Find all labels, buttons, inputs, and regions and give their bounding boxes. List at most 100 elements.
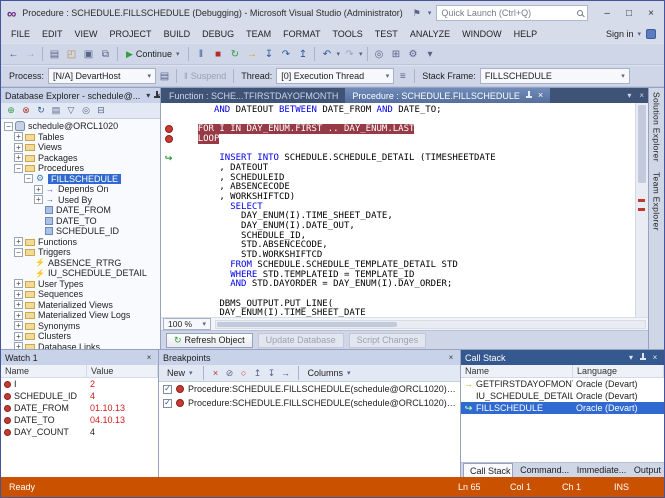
- breakpoint-checkbox[interactable]: ✓: [163, 399, 172, 408]
- sign-in-caret-icon[interactable]: ▾: [636, 30, 642, 38]
- close-tab-icon[interactable]: ×: [538, 91, 543, 100]
- tree-item-tables[interactable]: +Tables: [1, 132, 160, 143]
- expand-icon[interactable]: +: [34, 195, 43, 204]
- call-stack-row[interactable]: →GETFIRSTDAYOFMONTHOracle (Devart): [461, 378, 664, 390]
- bottom-tab-call-stack[interactable]: Call Stack: [463, 463, 513, 477]
- tree-item-materialized-view-logs[interactable]: +Materialized View Logs: [1, 310, 160, 321]
- find-object-icon[interactable]: ◎: [79, 104, 93, 118]
- expand-icon[interactable]: +: [14, 237, 23, 246]
- bottom-tab-command[interactable]: Command...: [514, 463, 570, 477]
- breakpoint-row[interactable]: ✓Procedure:SCHEDULE.FILLSCHEDULE(schedul…: [159, 382, 460, 396]
- breakpoint-checkbox[interactable]: ✓: [163, 385, 172, 394]
- column-language[interactable]: Language: [573, 365, 664, 377]
- close-panel-icon[interactable]: ×: [144, 353, 154, 362]
- tree-item-clusters[interactable]: +Clusters: [1, 331, 160, 342]
- process-combo[interactable]: [N/A] DevartHost ▾: [48, 68, 156, 84]
- tree-item-schedule-orcl1020[interactable]: −schedule@ORCL1020: [1, 121, 160, 132]
- column-name[interactable]: Name: [1, 365, 87, 377]
- menu-item-view[interactable]: VIEW: [69, 29, 104, 39]
- menu-item-debug[interactable]: DEBUG: [196, 29, 240, 39]
- restart-icon[interactable]: ↻: [226, 46, 243, 63]
- tree-item-packages[interactable]: +Packages: [1, 153, 160, 164]
- connect-icon[interactable]: ⊕: [4, 104, 18, 118]
- watch-row[interactable]: DATE_TO04.10.13: [1, 414, 158, 426]
- menu-item-help[interactable]: HELP: [508, 29, 544, 39]
- tree-item-functions[interactable]: +Functions: [1, 237, 160, 248]
- zoom-combo[interactable]: 100 % ▾: [163, 318, 211, 330]
- new-connection-icon[interactable]: ▤: [49, 104, 63, 118]
- find-in-files-icon[interactable]: ◎: [371, 46, 388, 63]
- notifications-caret-icon[interactable]: ▾: [427, 9, 433, 17]
- menu-item-team[interactable]: TEAM: [240, 29, 277, 39]
- dropdown-caret-icon[interactable]: ▾: [358, 50, 364, 58]
- horizontal-scrollbar[interactable]: [215, 320, 646, 329]
- bottom-tab-output[interactable]: Output: [628, 463, 664, 477]
- delete-breakpoint-icon[interactable]: ×: [209, 366, 223, 380]
- new-file-icon[interactable]: ▤: [46, 46, 63, 63]
- expand-icon[interactable]: +: [14, 342, 23, 349]
- breakpoint-margin[interactable]: ↪: [161, 154, 176, 163]
- expand-icon[interactable]: +: [14, 332, 23, 341]
- feedback-icon[interactable]: ⚑: [411, 8, 423, 19]
- close-panel-icon[interactable]: ×: [650, 353, 660, 362]
- step-out-icon[interactable]: ↥: [294, 46, 311, 63]
- close-button[interactable]: ×: [642, 4, 660, 22]
- process-list-icon[interactable]: ▤: [156, 68, 173, 85]
- maximize-button[interactable]: □: [620, 4, 638, 22]
- delete-all-breakpoints-icon[interactable]: ⊘: [223, 366, 237, 380]
- tree-item-schedule-id[interactable]: SCHEDULE_ID: [1, 226, 160, 237]
- watch-row[interactable]: DAY_COUNT4: [1, 426, 158, 438]
- save-icon[interactable]: ▣: [80, 46, 97, 63]
- breakpoint-margin[interactable]: [161, 135, 176, 143]
- tree-item-absence-rtrg[interactable]: ⚡ABSENCE_RTRG: [1, 258, 160, 269]
- expand-icon[interactable]: +: [34, 185, 43, 194]
- stop-debugging-icon[interactable]: ■: [209, 46, 226, 63]
- go-to-source-icon[interactable]: →: [279, 366, 293, 380]
- solution-explorer-icon[interactable]: ⊞: [388, 46, 405, 63]
- tree-item-user-types[interactable]: +User Types: [1, 279, 160, 290]
- scrollbar-thumb[interactable]: [638, 105, 646, 183]
- open-file-icon[interactable]: ◰: [63, 46, 80, 63]
- menu-item-format[interactable]: FORMAT: [277, 29, 326, 39]
- side-tab-team-explorer[interactable]: Team Explorer: [652, 172, 662, 231]
- document-tab-procedure-schedule-fillschedule[interactable]: Procedure : SCHEDULE.FILLSCHEDULE×: [345, 88, 550, 103]
- expand-icon[interactable]: +: [14, 290, 23, 299]
- breakpoint-margin[interactable]: [161, 125, 176, 133]
- thread-combo[interactable]: [0] Execution Thread ▾: [276, 68, 394, 84]
- collapse-icon[interactable]: −: [14, 248, 23, 257]
- column-name[interactable]: Name: [461, 365, 573, 377]
- menu-item-edit[interactable]: EDIT: [36, 29, 69, 39]
- toggle-all-breakpoints-icon[interactable]: ○: [237, 366, 251, 380]
- collapse-icon[interactable]: −: [4, 122, 13, 131]
- pin-icon[interactable]: [639, 353, 647, 362]
- menu-item-file[interactable]: FILE: [5, 29, 36, 39]
- expand-icon[interactable]: +: [14, 143, 23, 152]
- vertical-scrollbar[interactable]: [635, 103, 648, 317]
- tree-item-depends-on[interactable]: +→Depends On: [1, 184, 160, 195]
- bottom-tab-immediate[interactable]: Immediate...: [571, 463, 627, 477]
- disconnect-icon[interactable]: ⊗: [19, 104, 33, 118]
- menu-item-window[interactable]: WINDOW: [456, 29, 508, 39]
- show-threads-icon[interactable]: ≡: [394, 68, 411, 85]
- watch-row[interactable]: DATE_FROM01.10.13: [1, 402, 158, 414]
- tab-list-caret-icon[interactable]: ▾: [623, 88, 635, 103]
- toolbar-options-icon[interactable]: ▾: [422, 46, 439, 63]
- navigate-backward-icon[interactable]: ←: [5, 46, 22, 63]
- tree-item-triggers[interactable]: −Triggers: [1, 247, 160, 258]
- breakpoint-row[interactable]: ✓Procedure:SCHEDULE.FILLSCHEDULE(schedul…: [159, 396, 460, 410]
- side-tab-solution-explorer[interactable]: Solution Explorer: [652, 92, 662, 162]
- call-stack-row[interactable]: IU_SCHEDULE_DETAILOracle (Devart): [461, 390, 664, 402]
- minimize-button[interactable]: –: [598, 4, 616, 22]
- close-panel-icon[interactable]: ×: [156, 91, 160, 100]
- breakpoint-icon[interactable]: [165, 135, 173, 143]
- expand-icon[interactable]: +: [14, 153, 23, 162]
- tree-item-procedures[interactable]: −Procedures: [1, 163, 160, 174]
- expand-icon[interactable]: +: [14, 300, 23, 309]
- import-breakpoints-icon[interactable]: ↧: [265, 366, 279, 380]
- close-panel-icon[interactable]: ×: [446, 353, 456, 362]
- menu-item-build[interactable]: BUILD: [158, 29, 197, 39]
- tree-item-date-from[interactable]: DATE_FROM: [1, 205, 160, 216]
- document-tab-function-sche-tfirstdayofmonth[interactable]: Function : SCHE...TFIRSTDAYOFMONTH: [162, 88, 345, 103]
- menu-item-analyze[interactable]: ANALYZE: [404, 29, 456, 39]
- tree-item-sequences[interactable]: +Sequences: [1, 289, 160, 300]
